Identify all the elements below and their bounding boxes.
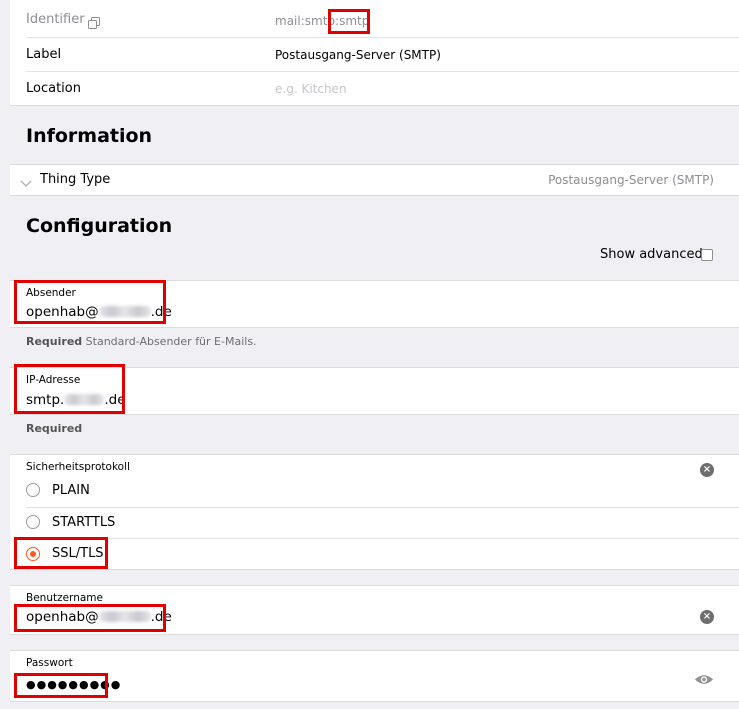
option-label-starttls: STARTTLS bbox=[52, 515, 116, 530]
thing-type-value: Postausgang-Server (SMTP) bbox=[548, 173, 714, 187]
clear-icon[interactable]: × bbox=[700, 463, 714, 477]
security-field: Sicherheitsprotokoll × PLAIN STARTTLS SS… bbox=[10, 454, 739, 570]
security-label: Sicherheitsprotokoll bbox=[26, 461, 130, 473]
ip-hint: Required bbox=[26, 422, 82, 435]
label-row[interactable]: Label Postausgang-Server (SMTP) bbox=[26, 38, 739, 72]
clear-icon[interactable]: × bbox=[700, 610, 714, 624]
password-field[interactable]: Passwort ●●●●●●●●● bbox=[10, 650, 739, 702]
sender-hint: Required Standard-Absender für E-Mails. bbox=[26, 335, 257, 348]
thing-type-label: Thing Type bbox=[40, 172, 111, 187]
identifier-row: Identifier mail:smtp:smtp bbox=[26, 3, 739, 37]
configuration-heading: Configuration bbox=[26, 215, 173, 237]
location-row-label: Location bbox=[26, 81, 81, 96]
thing-properties-block: Identifier mail:smtp:smtp Label Postausg… bbox=[10, 0, 739, 106]
eye-icon[interactable] bbox=[694, 671, 714, 690]
security-option-plain[interactable]: PLAIN bbox=[10, 476, 739, 507]
password-label: Passwort bbox=[26, 657, 73, 669]
chevron-down-icon[interactable] bbox=[20, 174, 32, 193]
username-label: Benutzername bbox=[26, 592, 103, 604]
show-advanced-label: Show advanced bbox=[600, 247, 703, 262]
copy-icon[interactable] bbox=[88, 14, 100, 29]
security-option-starttls[interactable]: STARTTLS bbox=[10, 508, 739, 538]
identifier-label: Identifier bbox=[26, 12, 85, 27]
label-row-label: Label bbox=[26, 47, 62, 62]
information-heading: Information bbox=[26, 125, 153, 147]
highlight-ip bbox=[14, 364, 125, 414]
option-label-plain: PLAIN bbox=[52, 483, 90, 498]
sender-hint-text: Standard-Absender für E-Mails. bbox=[85, 335, 257, 348]
highlight-username bbox=[14, 604, 166, 632]
ip-required: Required bbox=[26, 422, 83, 435]
label-input[interactable]: Postausgang-Server (SMTP) bbox=[275, 48, 441, 62]
location-row[interactable]: Location e.g. Kitchen bbox=[26, 72, 739, 106]
radio-starttls[interactable] bbox=[26, 515, 40, 529]
highlight-password bbox=[14, 673, 108, 698]
radio-plain[interactable] bbox=[26, 483, 40, 497]
security-option-ssltls[interactable]: SSL/TLS bbox=[10, 539, 739, 569]
thing-type-block[interactable]: Thing Type Postausgang-Server (SMTP) bbox=[10, 164, 739, 196]
highlight-identifier-suffix bbox=[328, 9, 370, 34]
highlight-ssltls bbox=[14, 537, 108, 569]
highlight-sender bbox=[14, 280, 166, 324]
sender-required: Required bbox=[26, 335, 83, 348]
show-advanced-checkbox[interactable] bbox=[701, 249, 713, 261]
location-input[interactable]: e.g. Kitchen bbox=[275, 82, 347, 96]
